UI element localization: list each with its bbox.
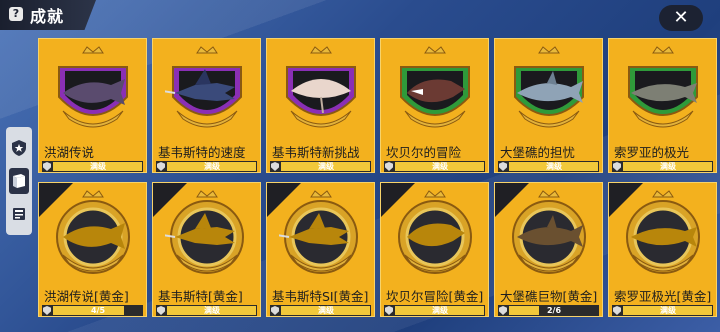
achievement-name: 大堡礁巨物[黄金] bbox=[500, 289, 598, 304]
achievement-badge-icon bbox=[164, 190, 244, 274]
progress-text: 满级 bbox=[204, 306, 220, 315]
achievement-name: 洪湖传说[黄金] bbox=[44, 289, 129, 304]
achievement-card[interactable]: 索罗亚的极光满级 bbox=[608, 38, 717, 173]
achievement-badge-icon bbox=[397, 190, 472, 274]
achievement-badge-icon bbox=[57, 46, 128, 128]
achievement-progress-bar: 2/6 bbox=[498, 305, 599, 316]
shield-icon bbox=[271, 162, 279, 171]
shield-icon bbox=[43, 306, 51, 315]
progress-text: 满级 bbox=[432, 162, 448, 171]
achievement-progress-bar: 满级 bbox=[612, 305, 713, 316]
achievement-badge-icon bbox=[627, 46, 698, 128]
shield-icon bbox=[157, 306, 165, 315]
achievement-name: 基韦斯特的速度 bbox=[158, 145, 246, 160]
achievement-badge-icon bbox=[513, 46, 584, 128]
page-title: 成就 bbox=[30, 7, 65, 26]
tab-achievements-book[interactable] bbox=[9, 167, 29, 194]
achievement-name: 基韦斯特新挑战 bbox=[272, 145, 360, 160]
achievement-progress-bar: 满级 bbox=[612, 161, 713, 172]
achievement-progress-bar: 满级 bbox=[156, 161, 257, 172]
achievement-card[interactable]: 大堡礁巨物[黄金] 2/6 bbox=[494, 182, 603, 317]
achievement-card[interactable]: 坎贝尔的冒险满级 bbox=[380, 38, 489, 173]
shield-icon bbox=[43, 162, 51, 171]
achievement-progress-bar: 满级 bbox=[384, 161, 485, 172]
card-icon bbox=[13, 208, 25, 221]
achievement-name: 索罗亚的极光 bbox=[614, 145, 690, 160]
progress-text: 满级 bbox=[660, 162, 676, 171]
shield-icon bbox=[157, 162, 165, 171]
progress-text: 2/6 bbox=[546, 306, 562, 315]
achievement-card[interactable]: 大堡礁的担忧满级 bbox=[494, 38, 603, 173]
achievement-card[interactable]: 基韦斯特[黄金] 满级 bbox=[152, 182, 261, 317]
achievement-badge-icon bbox=[278, 190, 358, 274]
progress-text: 满级 bbox=[432, 306, 448, 315]
tab-achievements-cards[interactable] bbox=[9, 201, 29, 227]
achievement-progress-bar: 满级 bbox=[384, 305, 485, 316]
achievement-card[interactable]: 基韦斯特SI[黄金] 满级 bbox=[266, 182, 375, 317]
achievement-card[interactable]: 洪湖传说[黄金] 4/5 bbox=[38, 182, 147, 317]
achievement-card[interactable]: 索罗亚极光[黄金] 满级 bbox=[608, 182, 717, 317]
shield-icon bbox=[385, 162, 393, 171]
achievement-name: 坎贝尔的冒险 bbox=[386, 145, 462, 160]
shield-icon bbox=[385, 306, 393, 315]
achievement-progress-bar: 满级 bbox=[270, 161, 371, 172]
shield-icon bbox=[271, 306, 279, 315]
achievement-badge-icon bbox=[285, 46, 356, 128]
shield-icon bbox=[613, 162, 621, 171]
achievement-card[interactable]: 坎贝尔冒险[黄金] 满级 bbox=[380, 182, 489, 317]
achievement-badge-icon bbox=[511, 190, 586, 274]
achievement-progress-bar: 满级 bbox=[42, 161, 143, 172]
achievement-badge-icon bbox=[55, 190, 130, 274]
achievement-name: 索罗亚极光[黄金] bbox=[614, 289, 712, 304]
progress-text: 满级 bbox=[546, 162, 562, 171]
progress-text: 4/5 bbox=[90, 306, 106, 315]
achievement-name: 基韦斯特[黄金] bbox=[158, 289, 243, 304]
achievement-progress-bar: 满级 bbox=[498, 161, 599, 172]
close-button[interactable]: ✕ bbox=[659, 5, 703, 31]
achievement-grid: 洪湖传说 满级 基韦斯特的速度 满级 基韦斯特新挑战 满级 坎贝尔的冒险 满级 大堡礁的担忧 满级… bbox=[38, 38, 718, 332]
progress-text: 满级 bbox=[660, 306, 676, 315]
achievement-progress-bar: 满级 bbox=[270, 305, 371, 316]
progress-text: 满级 bbox=[318, 306, 334, 315]
question-icon[interactable]: ? bbox=[9, 7, 23, 21]
achievement-name: 坎贝尔冒险[黄金] bbox=[386, 289, 484, 304]
progress-text: 满级 bbox=[90, 162, 106, 171]
shield-star-icon bbox=[12, 139, 26, 156]
achievement-name: 洪湖传说 bbox=[44, 145, 95, 160]
achievement-card[interactable]: 基韦斯特新挑战满级 bbox=[266, 38, 375, 173]
achievement-card[interactable]: 基韦斯特的速度满级 bbox=[152, 38, 261, 173]
tab-achievements-shield[interactable] bbox=[9, 135, 29, 161]
achievement-badge-icon bbox=[164, 46, 242, 128]
achievement-badge-icon bbox=[625, 190, 700, 274]
side-tab-bar bbox=[6, 127, 32, 235]
achievement-name: 基韦斯特SI[黄金] bbox=[272, 289, 369, 304]
achievement-card[interactable]: 洪湖传说满级 bbox=[38, 38, 147, 173]
progress-text: 满级 bbox=[204, 162, 220, 171]
achievement-progress-bar: 4/5 bbox=[42, 305, 143, 316]
achievement-progress-bar: 满级 bbox=[156, 305, 257, 316]
shield-icon bbox=[613, 306, 621, 315]
shield-icon bbox=[499, 306, 507, 315]
progress-text: 满级 bbox=[318, 162, 334, 171]
book-icon bbox=[13, 173, 25, 188]
achievement-badge-icon bbox=[399, 46, 470, 128]
shield-icon bbox=[499, 162, 507, 171]
close-icon: ✕ bbox=[673, 7, 689, 28]
achievement-name: 大堡礁的担忧 bbox=[500, 145, 576, 160]
